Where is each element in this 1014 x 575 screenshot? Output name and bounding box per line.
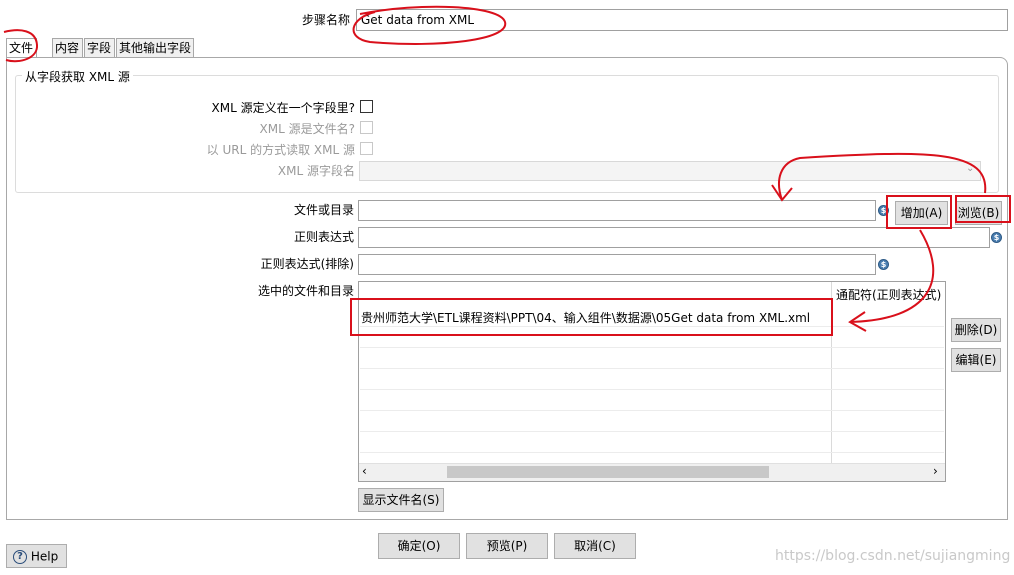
xml-is-file-checkbox[interactable] [360,121,373,134]
scrollbar-thumb[interactable] [447,466,769,478]
tab-file[interactable]: 文件 [6,38,37,58]
regex-exclude-input[interactable] [358,254,876,275]
xml-field-name-select[interactable] [359,161,981,181]
scroll-left-icon[interactable]: ‹ [362,464,367,478]
file-or-dir-label: 文件或目录 [293,203,354,217]
table-row-divider [360,347,944,348]
tab-fields[interactable]: 字段 [84,38,115,57]
regex-label: 正则表达式 [293,230,354,244]
table-row-divider [360,389,944,390]
ok-button[interactable]: 确定(O) [378,533,460,559]
delete-button[interactable]: 删除(D) [951,318,1001,342]
read-url-checkbox[interactable] [360,142,373,155]
watermark-text: https://blog.csdn.net/sujiangming [775,548,1011,564]
regex-input[interactable] [358,227,990,248]
chevron-down-icon: ⌄ [966,163,975,174]
read-url-label: 以 URL 的方式读取 XML 源 [206,143,355,157]
xml-in-field-checkbox[interactable] [360,100,373,113]
tab-content[interactable]: 内容 [52,38,83,57]
help-button[interactable]: ? Help [6,544,67,568]
help-circle-icon: ? [13,549,27,564]
cancel-button[interactable]: 取消(C) [554,533,636,559]
regex-exclude-label: 正则表达式(排除) [260,257,354,271]
xml-in-field-label: XML 源定义在一个字段里? [211,101,355,115]
selected-files-label: 选中的文件和目录 [257,284,354,298]
preview-button[interactable]: 预览(P) [466,533,548,559]
variable-dollar-icon: $ [878,259,889,270]
annotation-box-browse [955,195,1011,223]
step-name-label: 步骤名称 [301,13,350,27]
file-or-dir-input[interactable] [358,200,876,221]
table-row-divider [360,410,944,411]
scroll-right-icon[interactable]: › [933,464,938,478]
table-row-divider [360,431,944,432]
xml-is-file-label: XML 源是文件名? [259,122,355,136]
xml-source-group-title: 从字段获取 XML 源 [22,68,133,85]
variable-dollar-icon: $ [991,232,1002,243]
annotation-box-add [886,195,952,229]
tab-other-output-fields[interactable]: 其他输出字段 [116,38,194,57]
help-label: Help [30,549,59,564]
xml-field-name-label: XML 源字段名 [277,164,355,178]
edit-button[interactable]: 编辑(E) [951,348,1001,372]
step-name-input[interactable]: Get data from XML [356,9,1008,31]
show-filenames-button[interactable]: 显示文件名(S) [358,488,444,512]
table-row-divider [360,368,944,369]
table-header-wildcard: 通配符(正则表达式) [836,288,942,302]
table-row-divider [360,452,944,453]
annotation-box-file-row [350,298,833,336]
